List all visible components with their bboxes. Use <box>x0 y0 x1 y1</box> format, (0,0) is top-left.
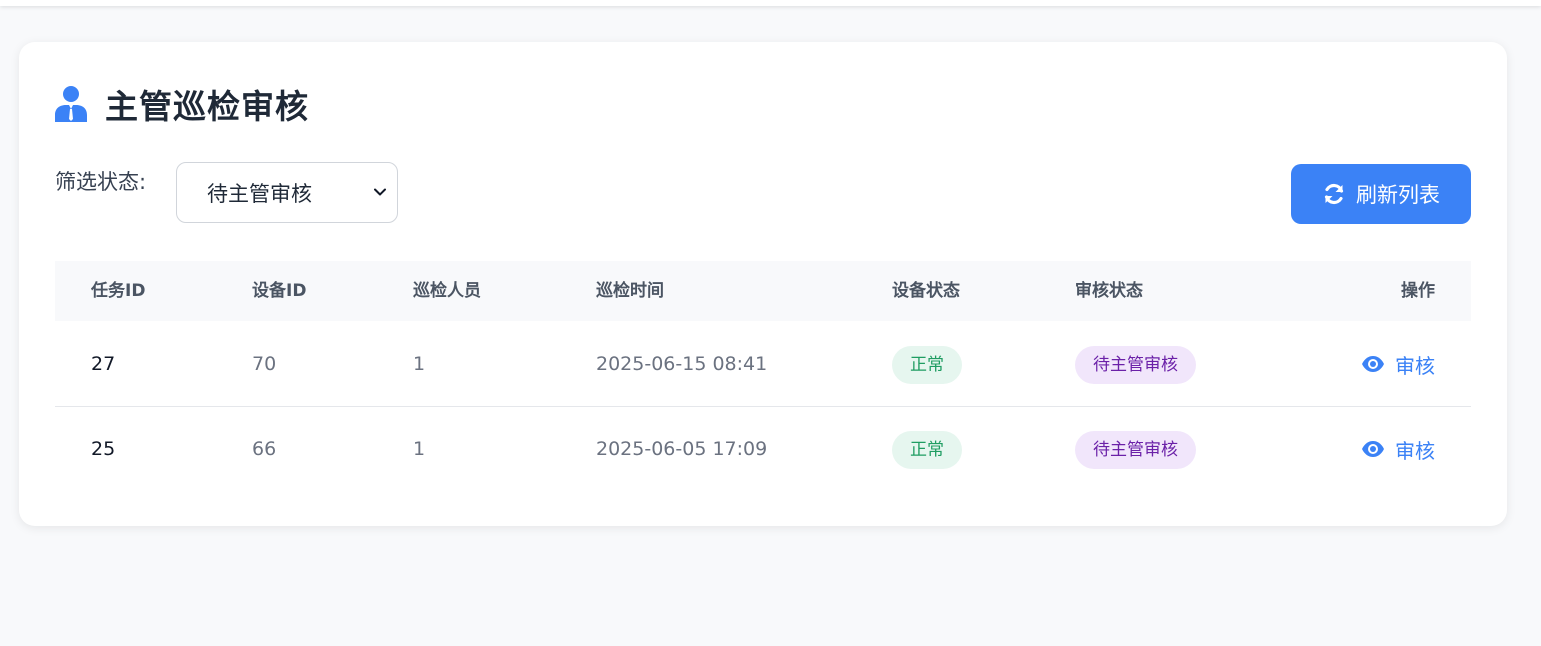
review-status-badge: 待主管审核 <box>1075 346 1196 384</box>
review-card: 主管巡检审核 筛选状态: 待主管审核 刷新列表 任务ID 设备ID 巡检人员 巡… <box>19 42 1507 526</box>
inspection-time-cell: 2025-06-15 08:41 <box>596 353 768 375</box>
status-filter-select[interactable]: 待主管审核 <box>176 162 398 223</box>
task-id-cell: 27 <box>91 353 116 375</box>
task-id-cell: 25 <box>91 438 116 460</box>
status-filter-value: 待主管审核 <box>207 181 312 206</box>
device-id-cell: 70 <box>252 353 277 375</box>
page-title: 主管巡检审核 <box>105 87 309 126</box>
review-button[interactable]: 审核 <box>1361 407 1435 491</box>
review-button-label: 审核 <box>1395 438 1435 463</box>
top-bar <box>0 0 1541 6</box>
eye-icon <box>1362 356 1384 372</box>
review-button[interactable]: 审核 <box>1361 322 1435 406</box>
table-row: 25 66 1 2025-06-05 17:09 正常 待主管审核 审核 <box>55 407 1471 491</box>
device-id-cell: 66 <box>252 438 277 460</box>
device-status-badge: 正常 <box>892 346 962 384</box>
refresh-list-button[interactable]: 刷新列表 <box>1291 164 1471 224</box>
inspector-cell: 1 <box>413 353 426 375</box>
eye-icon <box>1362 441 1384 457</box>
header-review-status: 审核状态 <box>1075 281 1143 301</box>
header-device-status: 设备状态 <box>892 281 960 301</box>
header-inspection-time: 巡检时间 <box>596 281 664 301</box>
device-status-badge: 正常 <box>892 431 962 469</box>
refresh-button-label: 刷新列表 <box>1356 183 1440 207</box>
table-row: 27 70 1 2025-06-15 08:41 正常 待主管审核 审核 <box>55 322 1471 407</box>
header-inspector: 巡检人员 <box>413 281 481 301</box>
review-button-label: 审核 <box>1395 353 1435 378</box>
header-actions: 操作 <box>1401 281 1435 301</box>
header-device-id: 设备ID <box>252 281 307 301</box>
chevron-down-icon <box>374 188 386 196</box>
header-task-id: 任务ID <box>91 281 146 301</box>
user-tie-icon <box>55 86 87 122</box>
inspector-cell: 1 <box>413 438 426 460</box>
inspection-time-cell: 2025-06-05 17:09 <box>596 438 768 460</box>
table-header: 任务ID 设备ID 巡检人员 巡检时间 设备状态 审核状态 操作 <box>55 261 1471 321</box>
filter-label: 筛选状态: <box>55 170 147 194</box>
review-status-badge: 待主管审核 <box>1075 431 1196 469</box>
sync-icon <box>1324 183 1344 205</box>
page-header: 主管巡检审核 <box>55 82 309 126</box>
